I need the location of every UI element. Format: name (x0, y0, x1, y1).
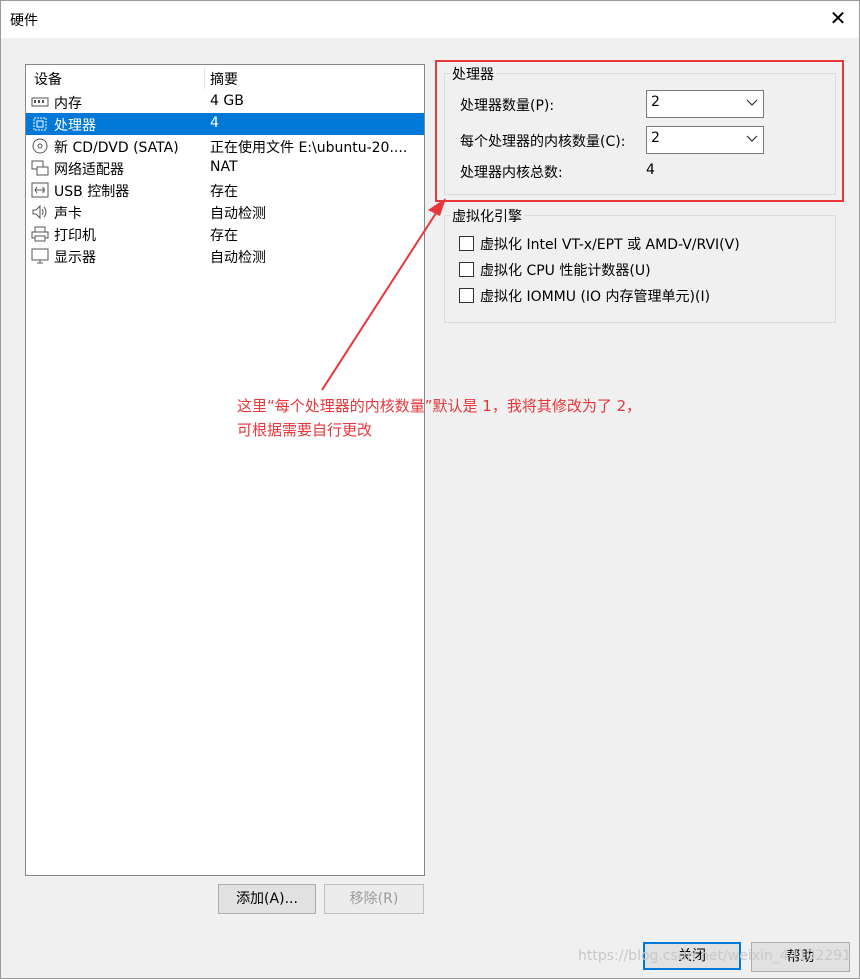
virtualize-iommu-checkbox[interactable] (459, 288, 474, 303)
device-summary: NAT (210, 159, 238, 175)
device-summary: 存在 (210, 184, 238, 200)
watermark: https://blog.csdn.net/weixin_44192291 (578, 948, 852, 964)
device-row-memory[interactable]: 内存 4 GB (26, 91, 424, 113)
usb-icon (31, 182, 49, 198)
virtualize-iommu-label[interactable]: 虚拟化 IOMMU (IO 内存管理单元)(I) (480, 286, 710, 306)
printer-icon (31, 226, 49, 242)
window-title: 硬件 (10, 13, 38, 29)
add-button[interactable]: 添加(A)... (218, 884, 316, 914)
device-summary: 自动检测 (210, 250, 266, 266)
device-name: 网络适配器 (54, 162, 124, 178)
annotation-highlight-box (435, 60, 844, 202)
device-summary: 存在 (210, 228, 238, 244)
device-row-cd-dvd[interactable]: 新 CD/DVD (SATA) 正在使用文件 E:\ubuntu-20.... (26, 135, 424, 157)
virtualize-cpu-counters-checkbox[interactable] (459, 262, 474, 277)
network-adapter-icon (31, 160, 49, 176)
annotation-line-2: 可根据需要自行更改 (237, 421, 373, 439)
column-header-device[interactable]: 设备 (34, 69, 62, 89)
device-list-header: 设备 摘要 (26, 65, 424, 89)
title-bar: 硬件 ✕ (0, 0, 860, 38)
device-name: 内存 (54, 96, 82, 112)
close-window-icon[interactable]: ✕ (826, 6, 850, 30)
device-row-processor[interactable]: 处理器 4 (26, 113, 424, 135)
device-summary: 4 GB (210, 93, 244, 109)
device-name: USB 控制器 (54, 184, 130, 200)
virtualize-cpu-counters-label[interactable]: 虚拟化 CPU 性能计数器(U) (480, 260, 651, 280)
device-row-usb-controller[interactable]: USB 控制器 存在 (26, 179, 424, 201)
column-header-summary[interactable]: 摘要 (210, 69, 238, 89)
device-list[interactable]: 设备 摘要 内存 4 GB 处理器 4 新 CD/DVD (SATA) 正在使用… (25, 64, 425, 876)
sound-card-icon (32, 204, 47, 220)
device-summary: 4 (210, 115, 219, 131)
virtualize-vtx-checkbox[interactable] (459, 236, 474, 251)
device-name: 新 CD/DVD (SATA) (54, 140, 179, 156)
display-icon (31, 248, 49, 264)
device-summary: 正在使用文件 E:\ubuntu-20.... (210, 140, 408, 156)
processor-icon (33, 117, 47, 131)
virtualization-group-title: 虚拟化引擎 (450, 206, 524, 226)
virtualize-vtx-label[interactable]: 虚拟化 Intel VT-x/EPT 或 AMD-V/RVI(V) (480, 234, 740, 254)
device-name: 显示器 (54, 250, 96, 266)
device-name: 处理器 (54, 118, 96, 134)
device-row-display[interactable]: 显示器 自动检测 (26, 245, 424, 267)
device-row-sound-card[interactable]: 声卡 自动检测 (26, 201, 424, 223)
column-divider[interactable] (204, 67, 205, 89)
annotation-line-1: 这里“每个处理器的内核数量”默认是 1，我将其修改为了 2， (237, 397, 642, 415)
cd-dvd-icon (32, 138, 48, 154)
remove-button[interactable]: 移除(R) (324, 884, 424, 914)
device-name: 打印机 (54, 228, 96, 244)
device-name: 声卡 (54, 206, 82, 222)
device-summary: 自动检测 (210, 206, 266, 222)
device-row-printer[interactable]: 打印机 存在 (26, 223, 424, 245)
memory-icon (31, 97, 49, 107)
annotation-note: 这里“每个处理器的内核数量”默认是 1，我将其修改为了 2， 可根据需要自行更改 (237, 394, 641, 442)
device-row-network-adapter[interactable]: 网络适配器 NAT (26, 157, 424, 179)
